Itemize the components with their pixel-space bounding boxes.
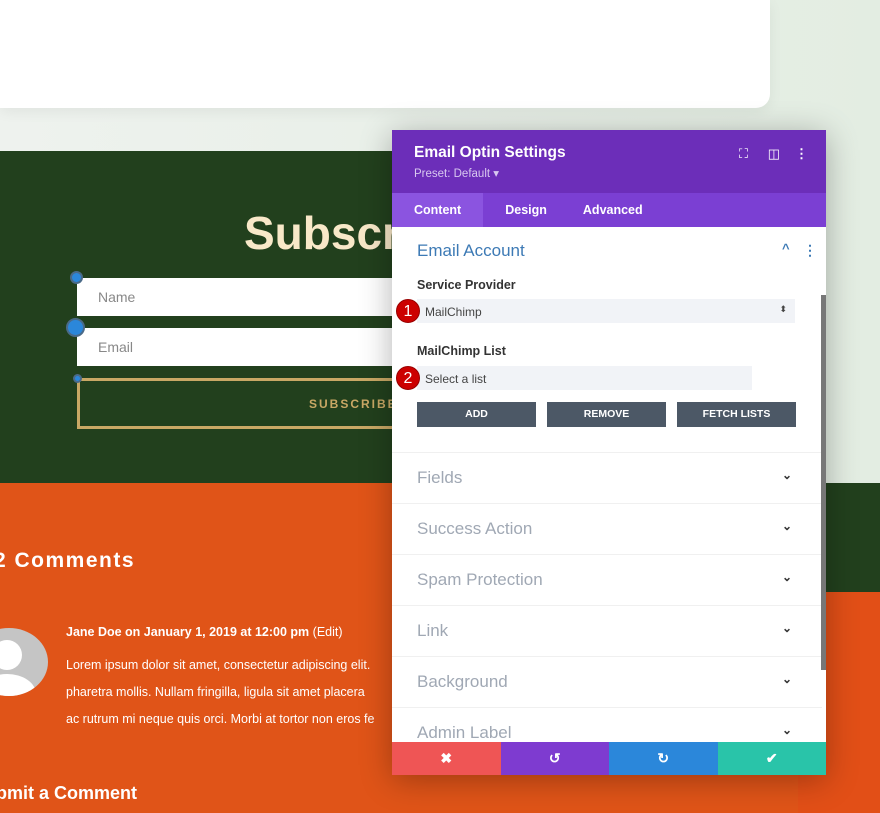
panel-tabs: Content Design Advanced [392, 193, 826, 227]
subscribe-button[interactable]: SUBSCRIBE [77, 378, 407, 429]
more-icon[interactable]: ⋮ [803, 242, 817, 259]
chevron-down-icon: ⌄ [781, 672, 792, 686]
tab-advanced[interactable]: Advanced [569, 193, 665, 227]
section-link[interactable]: Link ⌄ [392, 605, 822, 656]
comment-line: ac rutrum mi neque quis orci. Morbi at t… [66, 712, 375, 726]
panel-body: Email Account ^ ⋮ Service Provider MailC… [392, 227, 826, 742]
name-field[interactable]: Name [77, 278, 407, 316]
chevron-down-icon: ⌄ [781, 519, 792, 533]
section-label: Fields [417, 468, 463, 487]
section-title[interactable]: Email Account [417, 241, 525, 261]
service-provider-select[interactable]: MailChimp ⬍ [417, 299, 795, 323]
comment-meta: Jane Doe on January 1, 2019 at 12:00 pm … [66, 625, 343, 639]
split-view-icon[interactable]: ◫ [768, 146, 780, 162]
chevron-down-icon: ⌄ [781, 468, 792, 482]
cancel-button[interactable]: ✖ [392, 742, 501, 775]
tab-design[interactable]: Design [483, 193, 569, 227]
section-label: Background [417, 672, 508, 691]
section-label: Link [417, 621, 449, 640]
undo-button[interactable]: ↺ [500, 742, 609, 775]
comment-line: Lorem ipsum dolor sit amet, consectetur … [66, 658, 371, 672]
section-edge [826, 483, 880, 593]
scrollbar[interactable] [821, 295, 826, 670]
edit-link[interactable]: (Edit) [313, 625, 343, 639]
section-label: Spam Protection [417, 570, 543, 589]
step-badge: 2 [396, 366, 420, 390]
comment-author: Jane Doe on January 1, 2019 at 12:00 pm [66, 625, 310, 639]
chevron-down-icon: ⌄ [781, 723, 792, 737]
section-label: Admin Label [417, 723, 512, 742]
edit-pencil-icon[interactable] [66, 318, 85, 337]
comments-heading: 2 Comments [0, 549, 136, 572]
edit-pencil-icon[interactable] [70, 271, 83, 284]
select-arrows-icon: ⬍ [779, 304, 787, 314]
preset-dropdown[interactable]: Preset: Default ▾ [414, 166, 804, 180]
section-spam-protection[interactable]: Spam Protection ⌄ [392, 554, 822, 605]
remove-button[interactable]: REMOVE [547, 402, 666, 427]
email-field[interactable]: Email [77, 328, 407, 366]
list-select[interactable]: Select a list [417, 366, 752, 390]
select-value: MailChimp [425, 305, 482, 319]
add-button[interactable]: ADD [417, 402, 536, 427]
submit-comment-heading: bmit a Comment [0, 783, 138, 803]
subscribe-title: Subscri [244, 207, 413, 259]
section-admin-label[interactable]: Admin Label ⌄ [392, 707, 822, 742]
fetch-lists-button[interactable]: FETCH LISTS [677, 402, 796, 427]
section-label: Success Action [417, 519, 533, 538]
service-provider-label: Service Provider [417, 278, 516, 292]
chevron-down-icon: ⌄ [781, 621, 792, 635]
section-background[interactable]: Background ⌄ [392, 656, 822, 707]
tab-content[interactable]: Content [392, 193, 484, 227]
panel-header: Email Optin Settings Preset: Default ▾ ⛶… [392, 130, 826, 193]
chevron-down-icon: ⌄ [781, 570, 792, 584]
top-card [0, 0, 770, 108]
step-badge: 1 [396, 299, 420, 323]
comment-text: Lorem ipsum dolor sit amet, consectetur … [66, 652, 396, 733]
section-success-action[interactable]: Success Action ⌄ [392, 503, 822, 554]
more-icon[interactable]: ⋮ [795, 146, 808, 162]
comment-line: pharetra mollis. Nullam fringilla, ligul… [66, 685, 365, 699]
edit-pencil-icon[interactable] [73, 374, 82, 383]
save-button[interactable]: ✔ [717, 742, 826, 775]
redo-button[interactable]: ↻ [609, 742, 718, 775]
section-fields[interactable]: Fields ⌄ [392, 452, 822, 503]
settings-panel: Email Optin Settings Preset: Default ▾ ⛶… [392, 130, 826, 775]
panel-footer: ✖ ↺ ↻ ✔ [392, 742, 826, 775]
list-label: MailChimp List [417, 344, 506, 358]
chevron-up-icon[interactable]: ^ [782, 241, 790, 256]
expand-icon[interactable]: ⛶ [739, 146, 748, 162]
